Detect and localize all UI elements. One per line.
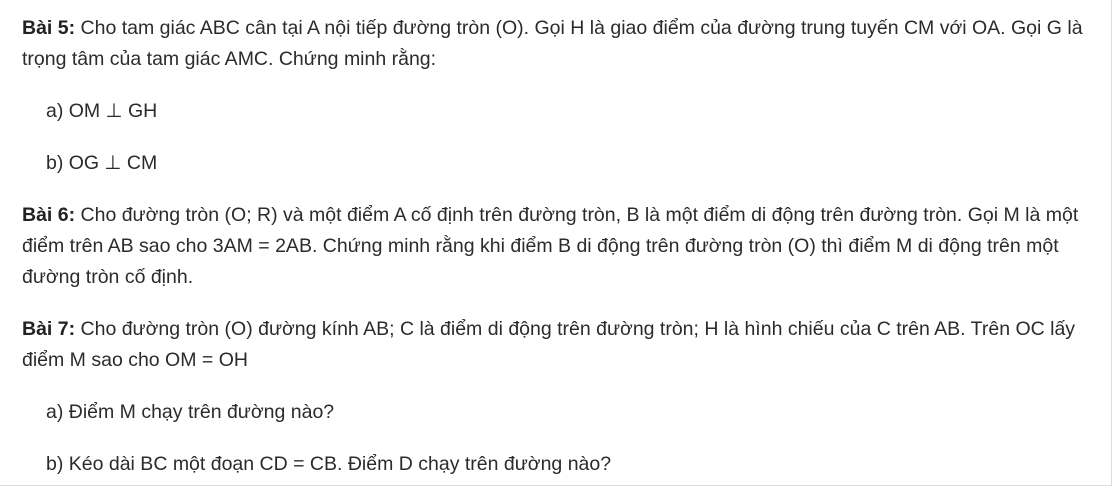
problem-7-label: Bài 7: [22, 318, 76, 340]
problem-6-text: Cho đường tròn (O; R) và một điểm A cố đ… [22, 204, 1079, 288]
problem-5-label: Bài 5: [22, 17, 76, 39]
problem-7-statement: Bài 7: Cho đường tròn (O) đường kính AB;… [22, 314, 1092, 376]
problem-7-part-b: b) Kéo dài BC một đoạn CD = CB. Điểm D c… [46, 453, 612, 475]
problem-6-statement: Bài 6: Cho đường tròn (O; R) và một điểm… [22, 200, 1092, 293]
problem-6-label: Bài 6: [22, 204, 76, 226]
problem-7-part-a: a) Điểm M chạy trên đường nào? [46, 401, 335, 423]
problem-7-text: Cho đường tròn (O) đường kính AB; C là đ… [22, 318, 1076, 371]
problem-5-text: Cho tam giác ABC cân tại A nội tiếp đườn… [22, 17, 1083, 70]
problem-5-part-a: a) OM ⊥ GH [46, 100, 158, 122]
problem-5-part-b: b) OG ⊥ CM [46, 152, 158, 174]
problem-5-statement: Bài 5: Cho tam giác ABC cân tại A nội ti… [22, 13, 1092, 75]
exercise-list: Bài 5: Cho tam giác ABC cân tại A nội ti… [22, 13, 1092, 480]
